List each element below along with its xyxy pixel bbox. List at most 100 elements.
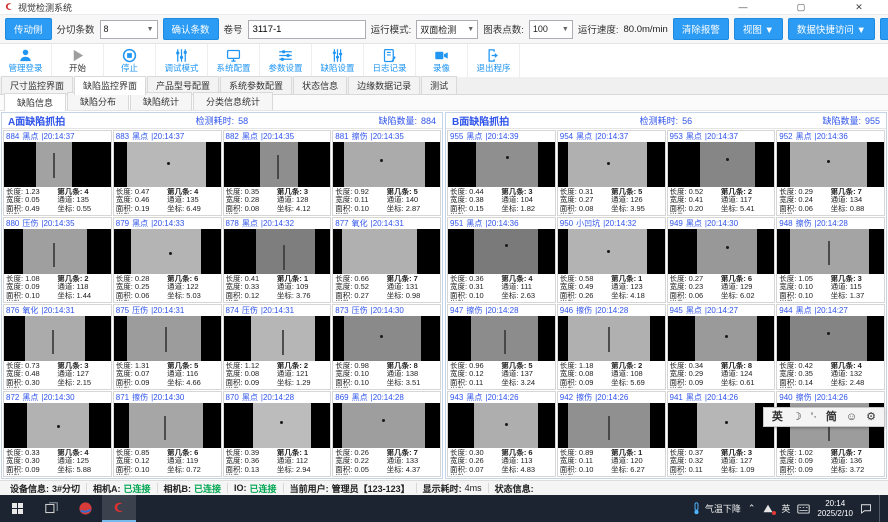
help-menu-button[interactable]: 帮助 ▼	[880, 18, 888, 40]
defect-image[interactable]	[558, 229, 665, 274]
defect-card[interactable]: 876氧化|20:14:31长度:0.73宽度:0.48面积:0.30米数:0.…	[3, 304, 112, 390]
maximize-button[interactable]: ▢	[772, 0, 830, 14]
defect-image[interactable]	[558, 403, 665, 448]
tab-main-0[interactable]: 尺寸监控界面	[1, 76, 73, 94]
defect-card[interactable]: 881擦伤|20:14:35长度:0.92宽度:0.11面积:0.10米数:0.…	[332, 130, 441, 216]
toolbar-button-user[interactable]: 管理登录	[0, 44, 52, 77]
defect-image[interactable]	[224, 316, 331, 361]
defect-card[interactable]: 869黑点|20:14:28长度:0.26宽度:0.22面积:0.05米数:0.…	[332, 391, 441, 477]
ime-script-toggle[interactable]: 简	[826, 412, 837, 423]
defect-card[interactable]: 872黑点|20:14:30长度:0.33宽度:0.30面积:0.09米数:0.…	[3, 391, 112, 477]
task-view-button[interactable]	[34, 495, 68, 522]
slit-count-select[interactable]: 8 ▼	[100, 20, 158, 39]
defect-card[interactable]: 880压伤|20:14:35长度:1.08宽度:0.09面积:0.10米数:0.…	[3, 217, 112, 303]
defect-image[interactable]	[4, 142, 111, 187]
tab-main-5[interactable]: 边缘数据记录	[348, 76, 420, 94]
defect-card[interactable]: 945黑点|20:14:27长度:0.34宽度:0.29面积:0.09米数:0.…	[667, 304, 776, 390]
defect-card[interactable]: 954黑点|20:14:37长度:0.31宽度:0.27面积:0.08米数:0.…	[557, 130, 666, 216]
language-indicator[interactable]: 英	[781, 502, 790, 515]
defect-card[interactable]: 874压伤|20:14:31长度:1.12宽度:0.08面积:0.09米数:0.…	[223, 304, 332, 390]
keyboard-tray-icon[interactable]	[797, 504, 810, 514]
run-mode-select[interactable]: 双面检测 ▼	[416, 20, 478, 39]
defect-image[interactable]	[333, 403, 440, 448]
defect-card[interactable]: 882黑点|20:14:35长度:0.35宽度:0.28面积:0.08米数:0.…	[223, 130, 332, 216]
defect-image[interactable]	[224, 403, 331, 448]
tab-main-6[interactable]: 测试	[421, 76, 457, 94]
defect-image[interactable]	[4, 403, 111, 448]
defect-image[interactable]	[448, 403, 555, 448]
network-tray-icon[interactable]	[762, 503, 774, 514]
defect-image[interactable]	[777, 142, 884, 187]
tab-main-4[interactable]: 状态信息	[293, 76, 347, 94]
defect-image[interactable]	[558, 142, 665, 187]
ime-settings-gear-icon[interactable]: ⚙	[866, 412, 876, 423]
ime-emoji-icon[interactable]: ☺	[846, 412, 857, 423]
defect-image[interactable]	[668, 403, 775, 448]
toolbar-button-debug-sliders[interactable]: 调试模式	[156, 44, 208, 77]
taskbar-clock[interactable]: 20:14 2025/2/10	[817, 499, 853, 519]
defect-card[interactable]: 879黑点|20:14:33长度:0.28宽度:0.25面积:0.06米数:0.…	[113, 217, 222, 303]
defect-image[interactable]	[558, 316, 665, 361]
defect-card[interactable]: 877氧化|20:14:31长度:0.66宽度:0.52面积:0.27米数:0.…	[332, 217, 441, 303]
defect-card[interactable]: 870黑点|20:14:28长度:0.39宽度:0.36面积:0.13米数:0.…	[223, 391, 332, 477]
defect-image[interactable]	[333, 142, 440, 187]
defect-image[interactable]	[4, 229, 111, 274]
defect-image[interactable]	[114, 229, 221, 274]
defect-image[interactable]	[448, 229, 555, 274]
toolbar-button-params-sliders[interactable]: 参数设置	[260, 44, 312, 77]
defect-card[interactable]: 947擦伤|20:14:28长度:0.96宽度:0.12面积:0.11米数:0.…	[447, 304, 556, 390]
defect-card[interactable]: 871擦伤|20:14:30长度:0.85宽度:0.12面积:0.10米数:0.…	[113, 391, 222, 477]
defect-card[interactable]: 941黑点|20:14:26长度:0.37宽度:0.32面积:0.11米数:0.…	[667, 391, 776, 477]
ime-language-toggle[interactable]: 英	[772, 412, 783, 423]
defect-image[interactable]	[668, 316, 775, 361]
defect-image[interactable]	[114, 403, 221, 448]
tab-main-1[interactable]: 缺陷监控界面	[74, 76, 146, 95]
toolbar-button-exit[interactable]: 退出程序	[468, 44, 520, 77]
defect-card[interactable]: 948擦伤|20:14:28长度:1.05宽度:0.10面积:0.10米数:0.…	[776, 217, 885, 303]
defect-image[interactable]	[333, 316, 440, 361]
ime-punctuation-toggle[interactable]: ’·	[811, 412, 817, 423]
defect-image[interactable]	[668, 142, 775, 187]
show-desktop-button[interactable]	[879, 495, 884, 522]
defect-card[interactable]: 883黑点|20:14:37长度:0.47宽度:0.46面积:0.19米数:0.…	[113, 130, 222, 216]
view-menu-button[interactable]: 视图 ▼	[734, 18, 783, 40]
defect-card[interactable]: 943黑点|20:14:26长度:0.30宽度:0.26面积:0.07米数:0.…	[447, 391, 556, 477]
drive-side-button[interactable]: 传动侧	[5, 18, 52, 40]
defect-card[interactable]: 951黑点|20:14:36长度:0.36宽度:0.31面积:0.10米数:0.…	[447, 217, 556, 303]
defect-card[interactable]: 873压伤|20:14:30长度:0.98宽度:0.10面积:0.10米数:0.…	[332, 304, 441, 390]
defect-card[interactable]: 949黑点|20:14:30长度:0.27宽度:0.23面积:0.06米数:0.…	[667, 217, 776, 303]
defect-card[interactable]: 878黑点|20:14:32长度:0.41宽度:0.33面积:0.12米数:0.…	[223, 217, 332, 303]
chart-points-select[interactable]: 100 ▼	[529, 20, 573, 39]
toolbar-button-monitor[interactable]: 系统配置	[208, 44, 260, 77]
defect-card[interactable]: 952黑点|20:14:36长度:0.29宽度:0.24面积:0.06米数:0.…	[776, 130, 885, 216]
defect-card[interactable]: 944黑点|20:14:27长度:0.42宽度:0.35面积:0.14米数:0.…	[776, 304, 885, 390]
defect-card[interactable]: 942擦伤|20:14:26长度:0.89宽度:0.11面积:0.10米数:0.…	[557, 391, 666, 477]
defect-image[interactable]	[777, 316, 884, 361]
tab-sub-3[interactable]: 分类信息统计	[193, 92, 273, 110]
defect-image[interactable]	[448, 142, 555, 187]
toolbar-button-defect-sliders[interactable]: 缺陷设置	[312, 44, 364, 77]
tab-sub-0[interactable]: 缺陷信息	[4, 93, 66, 111]
defect-card[interactable]: 953黑点|20:14:37长度:0.52宽度:0.41面积:0.20米数:0.…	[667, 130, 776, 216]
weather-widget[interactable]: 气温下降	[692, 502, 741, 515]
roll-number-input[interactable]	[248, 20, 366, 39]
defect-image[interactable]	[224, 142, 331, 187]
start-button[interactable]	[0, 495, 34, 522]
tray-expand-chevron[interactable]: ⌃	[748, 503, 756, 514]
defect-image[interactable]	[668, 229, 775, 274]
toolbar-button-stop[interactable]: 停止	[104, 44, 156, 77]
toolbar-button-camera[interactable]: 录像	[416, 44, 468, 77]
defect-card[interactable]: 940擦伤|20:14:26长度:1.02宽度:0.09面积:0.09米数:0.…	[776, 391, 885, 477]
defect-card[interactable]: 884黑点|20:14:37长度:1.23宽度:0.05面积:0.49米数:0.…	[3, 130, 112, 216]
clear-alarm-button[interactable]: 清除报警	[673, 18, 729, 40]
taskbar-app-active[interactable]	[102, 495, 136, 522]
action-center-icon[interactable]	[860, 503, 872, 514]
defect-card[interactable]: 955黑点|20:14:39长度:0.44宽度:0.38面积:0.15米数:0.…	[447, 130, 556, 216]
defect-image[interactable]	[4, 316, 111, 361]
defect-card[interactable]: 950小凹坑|20:14:32长度:0.58宽度:0.49面积:0.26米数:0…	[557, 217, 666, 303]
quick-access-menu-button[interactable]: 数据快捷访问 ▼	[788, 18, 875, 40]
defect-image[interactable]	[224, 229, 331, 274]
toolbar-button-log[interactable]: 日志记录	[364, 44, 416, 77]
defect-card[interactable]: 946擦伤|20:14:28长度:1.18宽度:0.08面积:0.09米数:0.…	[557, 304, 666, 390]
defect-image[interactable]	[114, 316, 221, 361]
